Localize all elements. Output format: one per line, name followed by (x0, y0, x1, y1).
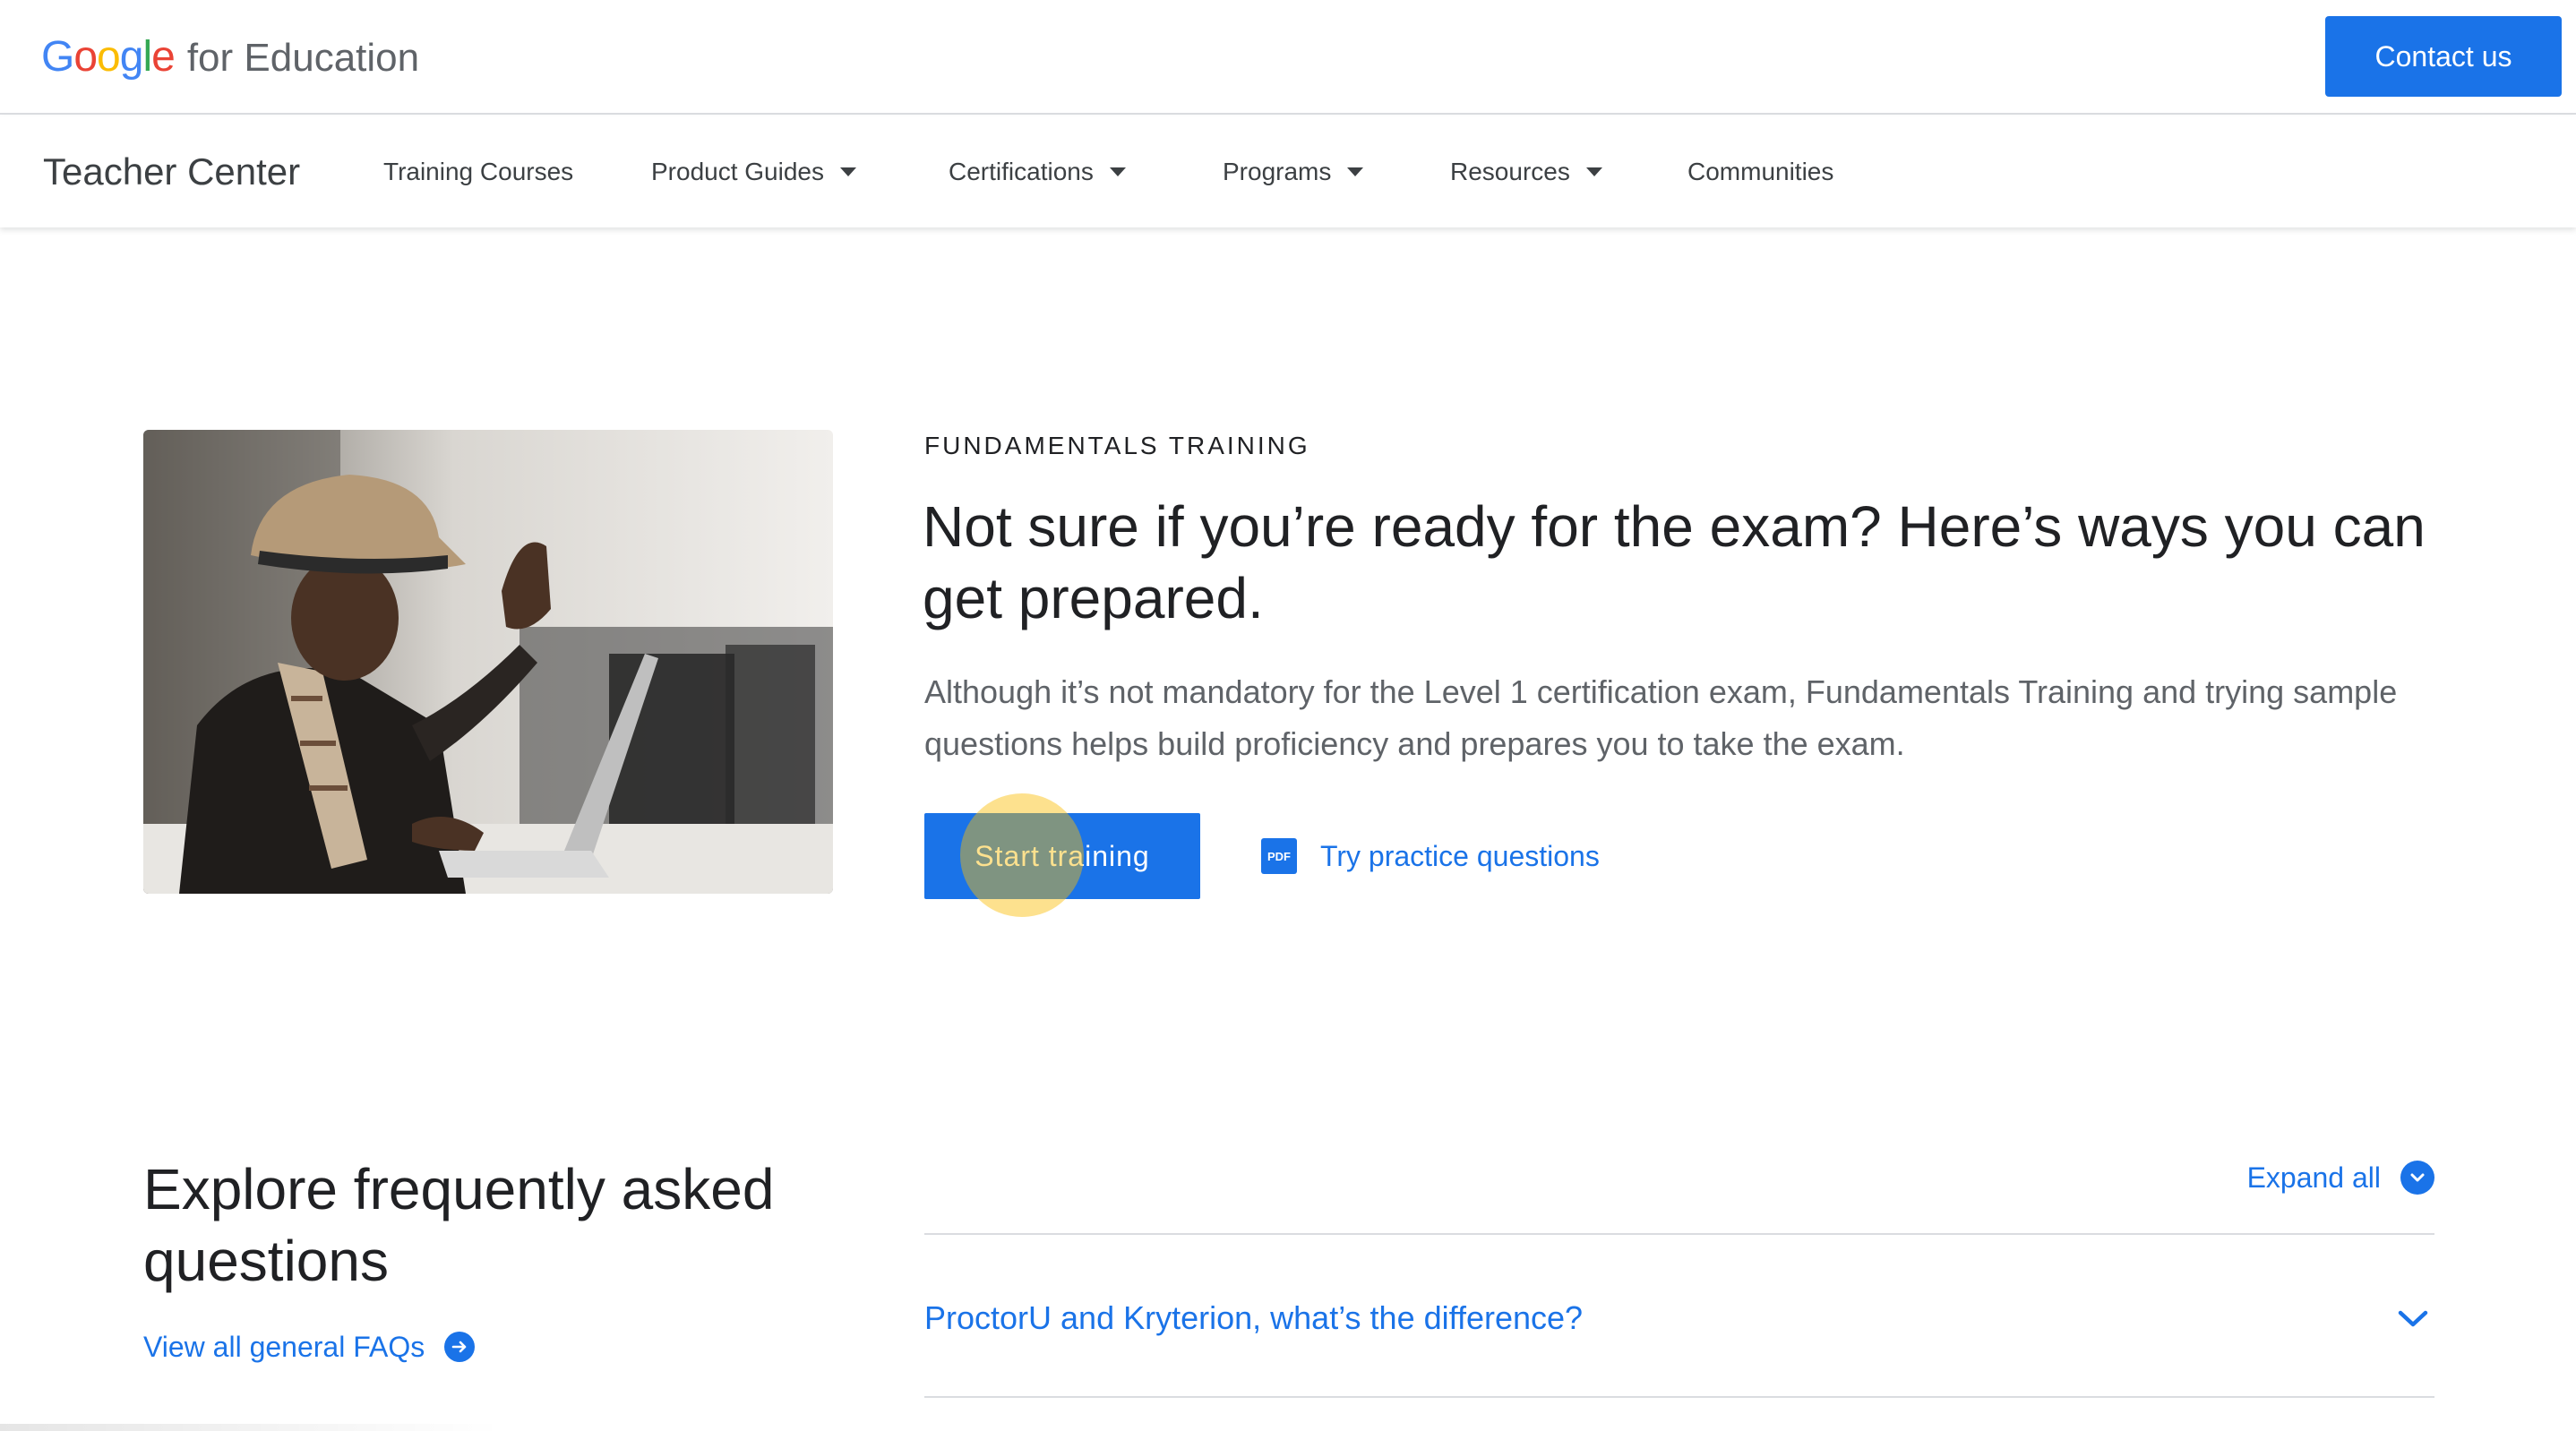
main-nav: Teacher Center Training Courses Product … (0, 116, 2576, 227)
faq-divider (924, 1396, 2434, 1398)
nav-item-label: Certifications (949, 158, 1094, 185)
pdf-icon: PDF (1261, 838, 1297, 874)
view-all-faqs-label: View all general FAQs (143, 1330, 425, 1363)
try-practice-questions-link[interactable]: PDF Try practice questions (1261, 835, 1600, 878)
view-all-faqs-link[interactable]: View all general FAQs (143, 1325, 476, 1368)
chevron-down-icon (2397, 1299, 2429, 1337)
nav-item-product-guides[interactable]: Product Guides (651, 158, 856, 186)
faq-question-text: ProctorU and Kryterion, what’s the diffe… (924, 1299, 1584, 1336)
practice-link-label: Try practice questions (1320, 839, 1600, 872)
faq-item-proctoru-kryterion[interactable]: ProctorU and Kryterion, what’s the diffe… (924, 1293, 2434, 1343)
logo-suffix: for Education (186, 36, 420, 80)
nav-item-programs[interactable]: Programs (1223, 158, 1364, 186)
nav-item-label: Communities (1687, 158, 1834, 185)
caret-down-icon (840, 167, 856, 176)
teacher-center-title[interactable]: Teacher Center (43, 150, 300, 193)
nav-item-resources[interactable]: Resources (1450, 158, 1602, 186)
expand-all-button[interactable]: Expand all (2247, 1155, 2434, 1200)
nav-item-label: Product Guides (651, 158, 824, 185)
hero-headline: Not sure if you’re ready for the exam? H… (923, 494, 2426, 630)
nav-item-communities[interactable]: Communities (1687, 158, 1833, 186)
hero-description: Although it’s not mandatory for the Leve… (924, 673, 2398, 762)
caret-down-icon (1109, 167, 1126, 176)
nav-item-training-courses[interactable]: Training Courses (383, 158, 573, 186)
start-training-button[interactable]: Start training (924, 813, 1200, 899)
faq-section-title: Explore frequently asked questions (143, 1157, 775, 1293)
nav-item-label: Training Courses (383, 158, 574, 185)
chevron-down-circle-icon (2400, 1161, 2434, 1195)
google-wordmark: Google (41, 33, 176, 81)
section-eyebrow: FUNDAMENTALS TRAINING (924, 432, 1310, 459)
top-bar: Google for Education Contact us (0, 0, 2576, 115)
faq-divider (924, 1233, 2434, 1235)
nav-item-label: Resources (1450, 158, 1570, 185)
bottom-edge-shadow (0, 1424, 502, 1431)
caret-down-icon (1347, 167, 1364, 176)
expand-all-label: Expand all (2246, 1161, 2381, 1194)
arrow-right-circle-icon (444, 1332, 476, 1362)
nav-item-certifications[interactable]: Certifications (949, 158, 1126, 186)
google-for-education-logo[interactable]: Google for Education (41, 32, 419, 82)
hero-photo-student-with-laptop (143, 430, 833, 894)
nav-item-label: Programs (1223, 158, 1332, 185)
contact-us-button[interactable]: Contact us (2325, 16, 2562, 97)
caret-down-icon (1585, 167, 1602, 176)
